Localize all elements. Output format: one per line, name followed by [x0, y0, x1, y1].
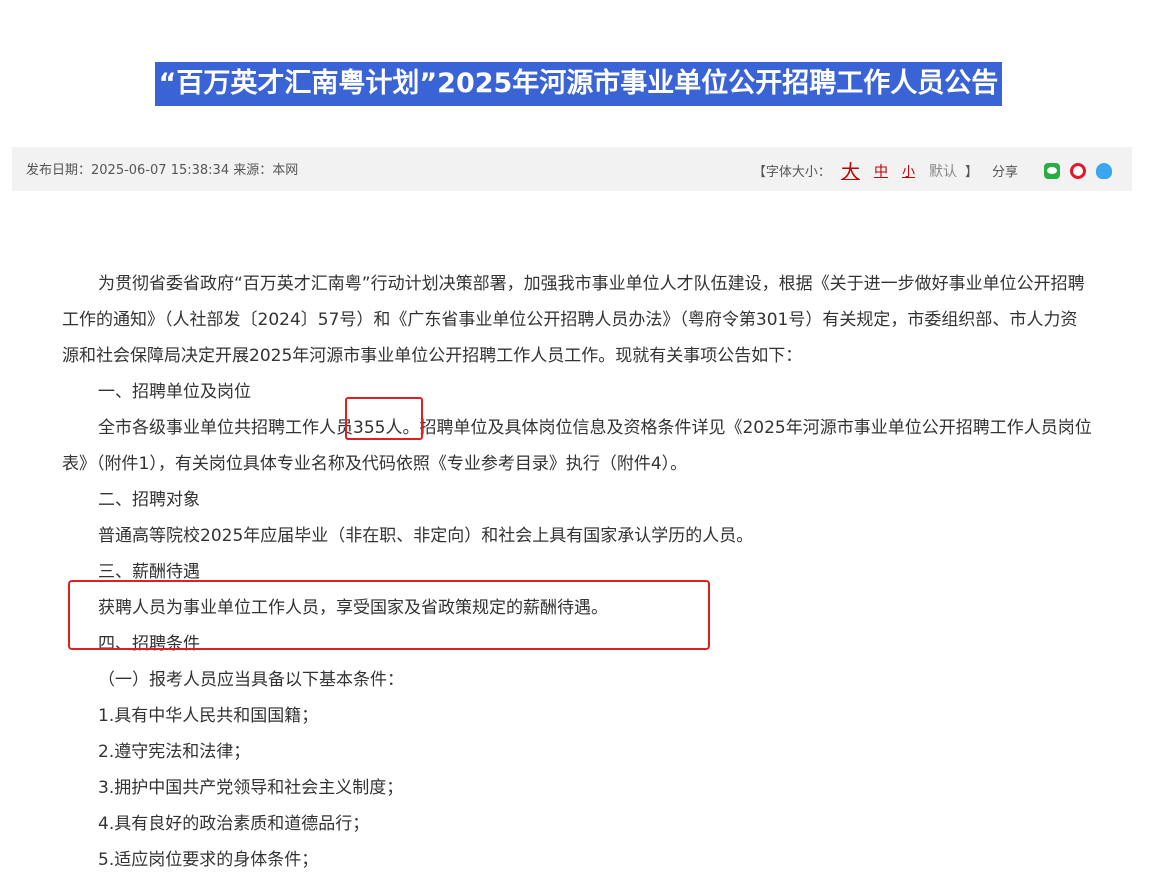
font-size-default-link[interactable]: 默认 — [929, 161, 957, 181]
publish-label: 发布日期： — [26, 163, 92, 178]
condition-item: 4.具有良好的政治素质和道德品行； — [98, 814, 370, 834]
qq-icon[interactable] — [1096, 162, 1112, 179]
title-wrap: “百万英才汇南粤计划”2025年河源市事业单位公开招聘工作人员公告 — [0, 62, 1157, 106]
condition-item: 5.适应岗位要求的身体条件； — [98, 850, 319, 870]
section-heading-positions: 一、招聘单位及岗位 — [98, 382, 251, 402]
publish-datetime: 2025-06-07 15:38:34 — [91, 163, 230, 178]
condition-item: 3.拥护中国共产党领导和社会主义制度； — [98, 778, 404, 798]
condition-item: 2.遵守宪法和法律； — [98, 742, 251, 762]
wechat-icon[interactable] — [1044, 162, 1060, 179]
conditions-subheading: （一）报考人员应当具备以下基本条件： — [98, 670, 404, 690]
font-size-label: 【字体大小： — [752, 165, 831, 180]
article-body: 为贯彻省委省政府“百万英才汇南粤”行动计划决策部署，加强我市事业单位人才队伍建设… — [62, 266, 1092, 878]
source-label: 来源： — [233, 163, 273, 178]
font-size-mid-link[interactable]: 中 — [874, 161, 888, 181]
highlight-box-headcount — [345, 397, 423, 440]
publish-info: 发布日期：2025-06-07 15:38:34 来源：本网 — [26, 159, 298, 178]
font-size-small-link[interactable]: 小 — [902, 161, 915, 180]
meta-bar: 发布日期：2025-06-07 15:38:34 来源：本网 【字体大小： 大 … — [12, 147, 1132, 191]
font-size-big-link[interactable]: 大 — [841, 157, 860, 184]
highlight-box-salary — [68, 580, 710, 650]
page-title: “百万英才汇南粤计划”2025年河源市事业单位公开招聘工作人员公告 — [154, 62, 1003, 106]
positions-paragraph: 全市各级事业单位共招聘工作人员355人。招聘单位及具体岗位信息及资格条件详见《2… — [62, 418, 1092, 474]
intro-paragraph: 为贯彻省委省政府“百万英才汇南粤”行动计划决策部署，加强我市事业单位人才队伍建设… — [62, 274, 1085, 366]
condition-item: 1.具有中华人民共和国国籍； — [98, 706, 319, 726]
font-size-close-bracket: 】 — [964, 165, 978, 180]
share-label: 分享 — [991, 165, 1018, 180]
section-heading-targets: 二、招聘对象 — [98, 490, 200, 510]
targets-paragraph: 普通高等院校2025年应届毕业（非在职、非定向）和社会上具有国家承认学历的人员。 — [98, 526, 754, 546]
source-value: 本网 — [272, 163, 299, 178]
font-size-controls: 【字体大小： 大 中 小 默认 】 分享 — [753, 157, 1112, 184]
weibo-icon[interactable] — [1070, 162, 1086, 179]
